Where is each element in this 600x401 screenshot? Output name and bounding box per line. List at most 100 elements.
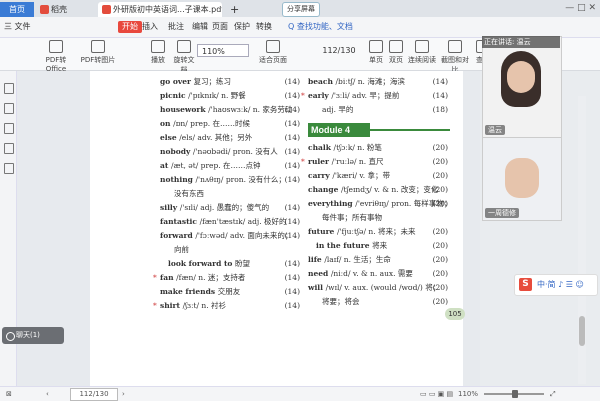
fit-page-icon [266, 40, 280, 53]
dictionary-entry: adj. 早的 (18) [308, 103, 448, 117]
continuous-read-button[interactable]: 连续阅读 [408, 40, 436, 65]
single-page-button[interactable]: 单页 [368, 40, 384, 65]
tab-home[interactable]: 首页 [0, 2, 34, 17]
menu-protect[interactable]: 保护 [234, 21, 250, 33]
entry-definition: 向前 [174, 245, 189, 254]
entry-definition: /æt, ət/ prep. 在……点钟 [170, 161, 261, 170]
bookmark-icon[interactable] [4, 83, 14, 94]
menu-comment[interactable]: 批注 [168, 21, 184, 33]
play-button[interactable]: 播放 [148, 40, 168, 65]
entry-page-ref: (14) [284, 77, 300, 86]
double-page-icon [389, 40, 403, 53]
entry-definition: /'pɪknɪk/ n. 野餐 [188, 91, 246, 100]
docer-icon [40, 5, 49, 14]
entry-page-ref: (20) [432, 185, 448, 194]
window-controls[interactable]: — □ ✕ [565, 2, 596, 14]
search-function[interactable]: Q 查找功能、文档 [288, 21, 353, 33]
entry-word: make friends [160, 287, 218, 296]
pdf-to-office-button[interactable]: PDF转Office [36, 40, 76, 73]
dictionary-entry: forward /'fɔːwəd/ adv. 面向未来的； (14) [160, 229, 300, 243]
speaking-indicator: 正在讲话: 温云 [482, 36, 560, 48]
entry-page-ref: (14) [432, 77, 448, 86]
right-column: chalk /tʃɔːk/ n. 粉笔 (20) * ruler /'ruːlə/ n… [301, 141, 451, 309]
fullscreen-icon[interactable]: ⤢ [550, 387, 556, 401]
new-tab-button[interactable]: + [226, 2, 240, 17]
entry-page-ref: (20) [432, 269, 448, 278]
menu-page[interactable]: 页面 [212, 21, 228, 33]
chat-label: 聊天(1) [16, 331, 40, 339]
screenshot-button[interactable]: 截图和对比 [438, 40, 472, 75]
entry-word: fantastic [160, 217, 200, 226]
menu-insert[interactable]: 插入 [142, 21, 158, 33]
entry-page-ref: (20) [432, 171, 448, 180]
ime-toolbar[interactable]: S 中·简 ♪ ☰ ☺ [514, 274, 598, 296]
rotate-button[interactable]: 旋转文档 [172, 40, 196, 75]
scrollbar-thumb[interactable] [579, 316, 585, 346]
tab-docer[interactable]: 稻壳 [36, 2, 94, 17]
menu-convert[interactable]: 转换 [256, 21, 272, 33]
entry-definition: /fæn/ n. 迷；支持者 [176, 273, 246, 282]
rotate-icon [177, 40, 191, 53]
vertical-scrollbar[interactable] [578, 96, 586, 384]
entry-word: fan [160, 273, 177, 282]
module-divider [370, 129, 450, 131]
menu-edit[interactable]: 编辑 [192, 21, 208, 33]
entry-word: at [160, 161, 171, 170]
dictionary-entry: 没有东西 [160, 187, 300, 201]
menu-home[interactable]: 开始 [118, 21, 142, 33]
entry-page-ref: (18) [432, 105, 448, 114]
single-page-icon [369, 40, 383, 53]
entry-word: else [160, 133, 180, 142]
teacher-video[interactable]: 温云 [482, 36, 562, 138]
prev-page-icon[interactable]: ‹ [46, 387, 49, 401]
module-heading: Module 4 [308, 123, 370, 137]
dictionary-entry: nobody /'nəʊbədi/ pron. 没有人 (14) [160, 145, 300, 159]
entry-definition: /'nəʊbədi/ pron. 没有人 [192, 147, 278, 156]
dictionary-entry: will /wɪl/ v. aux. (would /wʊd/) 将； (20) [308, 281, 448, 295]
page-indicator[interactable]: 112/130 [318, 44, 360, 57]
status-page-input[interactable]: 112/130 [70, 388, 118, 401]
nav-first-icon[interactable]: ⊠ [6, 387, 12, 401]
student-video[interactable]: 一周德修 [482, 137, 562, 221]
entry-page-ref: (20) [432, 157, 448, 166]
status-zoom[interactable]: 110% [458, 387, 478, 401]
view-mode-icons[interactable]: ▭ ▭ ▣ ▤ [420, 387, 453, 401]
entry-page-ref: (14) [284, 203, 300, 212]
fit-page-button[interactable]: 适合页面 [258, 40, 288, 65]
dictionary-entry: * ruler /'ruːlə/ n. 直尺 (20) [301, 155, 448, 169]
menu-bar: 三 文件 开始 插入 批注 编辑 页面 保护 转换 Q 查找功能、文档 [0, 17, 600, 38]
image-icon [91, 40, 105, 53]
chat-button[interactable]: 聊天(1) [2, 327, 64, 344]
pdf-to-image-button[interactable]: PDF转图片 [80, 40, 116, 65]
entry-word: nothing [160, 175, 196, 184]
zoom-slider-handle[interactable] [512, 390, 518, 398]
share-screen-button[interactable]: 分享屏幕 [282, 2, 320, 17]
attachment-icon[interactable] [4, 143, 14, 154]
pdf-page: go over 复习；练习 (14) picnic /'pɪknɪk/ n. 野餐 (… [90, 71, 465, 386]
ime-options[interactable]: 中·简 ♪ ☰ ☺ [537, 279, 584, 290]
tab-document[interactable]: 外研版初中英语词...子课本.pdf [98, 2, 222, 17]
document-viewport[interactable]: go over 复习；练习 (14) picnic /'pɪknɪk/ n. 野餐 (… [17, 71, 480, 386]
menu-file[interactable]: 三 文件 [4, 21, 31, 33]
entry-page-ref: (14) [284, 119, 300, 128]
comment-icon[interactable] [4, 123, 14, 134]
double-page-button[interactable]: 双页 [388, 40, 404, 65]
student-name: 一周德修 [485, 208, 519, 218]
entry-page-ref: (14) [284, 287, 300, 296]
entry-word: on [160, 119, 174, 128]
zoom-select[interactable]: 110% [197, 44, 249, 57]
entry-definition: /'kæri/ v. 拿；带 [332, 171, 391, 180]
tab-bar: 首页 稻壳 外研版初中英语词...子课本.pdf + 分享屏幕 — □ ✕ [0, 0, 600, 17]
next-page-icon[interactable]: › [122, 387, 125, 401]
double-page-label: 双页 [389, 56, 403, 64]
entry-definition: /'fɔːwəd/ adv. 面向未来的； [195, 231, 293, 240]
entry-page-ref: (14) [284, 273, 300, 282]
stamp-icon[interactable] [4, 163, 14, 174]
entry-page-ref: (20) [432, 297, 448, 306]
thumbnail-icon[interactable] [4, 103, 14, 114]
entry-definition: 将要；将会 [322, 297, 360, 306]
entry-definition: 将来 [372, 241, 388, 250]
continuous-read-label: 连续阅读 [408, 56, 436, 64]
entry-definition: 复习；练习 [193, 77, 232, 86]
entry-page-ref: (14) [284, 231, 300, 240]
